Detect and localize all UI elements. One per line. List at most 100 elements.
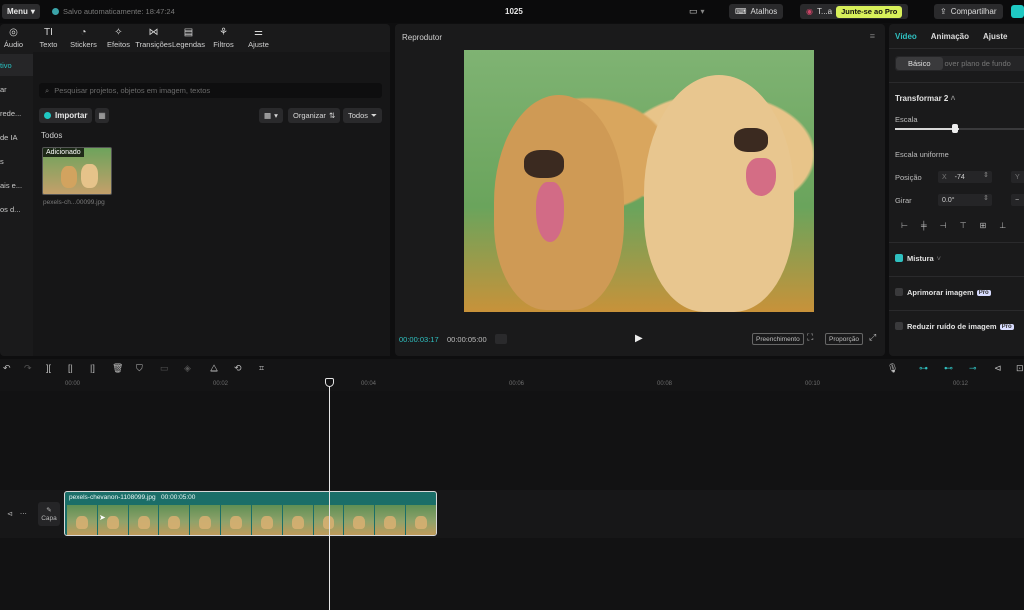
project-title[interactable]: 1025 [505,7,523,16]
tab-video[interactable]: Vídeo [895,32,917,41]
tool-label: Transições [135,40,172,49]
microphone-icon[interactable]: 🎙 [887,363,898,373]
shield-icon[interactable]: ⛉ [136,363,143,373]
menu-button[interactable]: Menu ▾ [2,4,40,19]
split-icon[interactable]: ][ [46,363,51,373]
clip-frame-thumbnail [67,505,97,535]
align-center-v-icon[interactable]: ⊞ [980,221,987,230]
tab-filtros[interactable]: ⚘ Filtros [206,24,241,52]
align-top-icon[interactable]: ⊤ [960,221,967,230]
export-button[interactable] [1011,5,1024,18]
sticker-icon: ◔ [80,27,87,38]
stepper-icon[interactable]: ⇕ [983,171,989,179]
sidebar-item[interactable]: s [0,150,33,172]
waveform-icon[interactable] [495,334,507,344]
crop-icon[interactable]: ⌗ [259,363,264,373]
denoise-heading[interactable]: Reduzir ruído de imagem Pro [907,322,1014,331]
sidebar-item[interactable]: rede... [0,102,33,124]
rotate-reset-button[interactable]: − [1011,194,1024,206]
tool-label: Áudio [3,40,24,49]
playhead[interactable] [329,383,330,610]
magnet-icon[interactable]: ⊷ [944,363,953,373]
mirror-icon[interactable]: ⧋ [210,363,218,373]
align-right-icon[interactable]: ⊣ [940,221,947,230]
qr-code-icon[interactable]: ▦ [95,108,109,123]
chevron-down-icon: ▾ [274,111,278,120]
tab-áudio[interactable]: ◎ Áudio [0,24,31,52]
blend-heading[interactable]: Mistura ˅ [907,254,941,263]
lock-icon[interactable]: ⊲ [7,510,13,518]
tab-legendas[interactable]: ▤ Legendas [171,24,206,52]
filter-icon: ⏷ [371,110,378,120]
video-preview[interactable] [464,50,814,312]
puppy-right-nose [734,128,768,152]
split-left-icon[interactable]: [| [68,363,73,373]
more-icon[interactable]: ⋯ [20,510,27,518]
tab-texto[interactable]: TI Texto [31,24,66,52]
search-input[interactable]: ⌕ Pesquisar projetos, objetos em imagem,… [39,83,382,98]
shortcuts-button[interactable]: ⌨ Atalhos [729,4,784,19]
scale-slider-handle[interactable] [952,124,958,133]
import-button[interactable]: Importar [39,108,93,123]
tab-stickers[interactable]: ◔ Stickers [66,24,101,52]
fill-button[interactable]: Preenchimento [752,333,804,345]
fullscreen-icon[interactable]: ⤢ [869,332,876,343]
filters-icon: ⚘ [219,27,228,38]
rotate-icon[interactable]: ⟲ [234,363,242,373]
filter-button[interactable]: Todos ⏷ [343,108,383,123]
media-thumbnail[interactable]: Adicionado [42,147,112,195]
menu-label: Menu [7,7,28,16]
sidebar-item[interactable]: tivo [0,54,33,76]
reverse-icon[interactable]: ◈ [184,363,191,373]
cover-button[interactable]: ✎ Capa [38,502,60,526]
search-placeholder: Pesquisar projetos, objetos em imagem, t… [54,86,211,95]
blend-checkbox[interactable] [895,254,903,262]
tab-adjust[interactable]: Ajuste [983,32,1007,41]
tab-animation[interactable]: Animação [931,32,969,41]
grid-icon: ▦ [264,111,272,120]
denoise-checkbox[interactable] [895,322,903,330]
link-icon[interactable]: ⊸ [969,363,977,373]
enhance-checkbox[interactable] [895,288,903,296]
tab-transições[interactable]: ⋈ Transições [135,24,172,52]
transitions-icon: ⋈ [148,27,159,38]
sidebar-item[interactable]: ais e... [0,174,33,196]
redo-icon[interactable]: ↷ [24,363,32,373]
zoom-icon[interactable]: ⊡ [1016,363,1024,373]
property-tabs: Vídeo Animação Ajuste [895,32,1007,41]
tab-efeitos[interactable]: ✧ Efeitos [101,24,136,52]
clip-duration: 00:00:05:00 [161,494,196,501]
split-right-icon[interactable]: |] [90,363,95,373]
organize-button[interactable]: Organizar ⇅ [288,108,341,123]
playhead-handle[interactable] [325,378,334,387]
ratio-button[interactable]: Proporção [825,333,863,345]
sidebar-item[interactable]: os d... [0,198,33,220]
align-left-icon[interactable]: ⊢ [901,221,908,230]
align-bottom-icon[interactable]: ⊥ [999,221,1006,230]
preview-axis-icon[interactable]: ⊲ [994,363,1002,373]
clip-frame-thumbnail [406,505,436,535]
layout-toggle[interactable]: ▭ ▾ [689,4,705,19]
tab-ajuste[interactable]: ⚌ Ajuste [241,24,276,52]
menu-icon[interactable]: ≡ [870,31,875,41]
screenshot-icon[interactable]: ⛶ [807,332,813,343]
sidebar-item[interactable]: ar [0,78,33,100]
stepper-icon[interactable]: ⇕ [983,194,989,202]
sidebar-item[interactable]: de IA [0,126,33,148]
team-button[interactable]: ◉ T...a Junte-se ao Pro [800,4,909,19]
segment-basic[interactable]: Básico [896,57,943,70]
delete-icon[interactable]: 🗑 [112,363,123,373]
position-y-input[interactable]: Y [1011,171,1024,183]
play-icon[interactable]: ▶ [635,333,643,344]
link-main-track-icon[interactable]: ⊶ [919,363,928,373]
view-toggle[interactable]: ▦ ▾ [259,108,283,123]
join-pro-badge[interactable]: Junte-se ao Pro [836,5,903,18]
transform-heading[interactable]: Transformar 2 ˄ [895,94,955,103]
freeze-icon[interactable]: ▭ [160,363,169,373]
segment-background[interactable]: over plano de fundo [945,59,1011,68]
enhance-heading[interactable]: Aprimorar imagem Pro [907,288,991,297]
share-button[interactable]: ⇪ Compartilhar [934,4,1003,19]
undo-icon[interactable]: ↶ [3,363,11,373]
align-center-h-icon[interactable]: ╪ [921,221,927,230]
video-clip[interactable]: pexels-chevanon-1108099.jpg 00:00:05:00 [64,491,437,536]
